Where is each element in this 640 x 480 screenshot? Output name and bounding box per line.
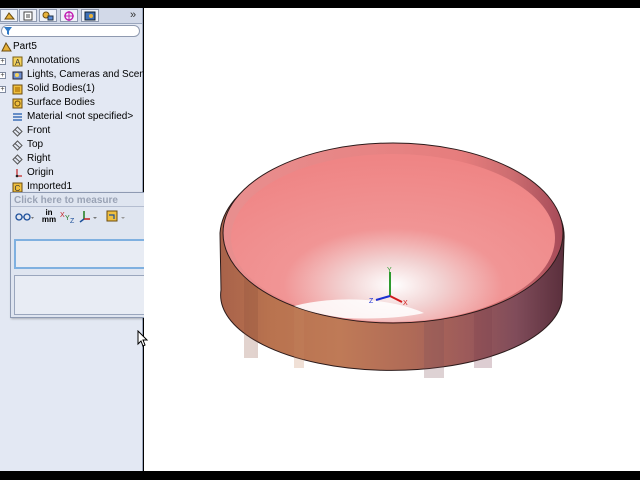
tree-item-lights-cameras-scene[interactable]: + Lights, Cameras and Scene <box>0 68 150 82</box>
expand-toggle[interactable]: + <box>0 58 6 65</box>
svg-text:A: A <box>15 58 21 67</box>
feature-manager-icon <box>4 12 16 20</box>
triad-z-label: Z <box>369 298 374 305</box>
svg-text:Z: Z <box>70 218 75 223</box>
panel-tabs: » <box>0 8 142 24</box>
tree-item-surface-bodies[interactable]: Surface Bodies <box>0 96 142 110</box>
xyz-icon: XYZ <box>60 212 75 223</box>
axis-projection-icon <box>79 211 97 223</box>
tree-item-label: Origin <box>27 167 54 178</box>
arc-circle-measurements-button[interactable] <box>15 209 35 223</box>
units-mm-label: mm <box>41 215 57 224</box>
display-manager-icon <box>84 11 96 21</box>
tree-item-annotations[interactable]: + A Annotations <box>0 54 142 68</box>
triad-y-label: Y <box>387 267 392 274</box>
configuration-manager-icon <box>42 11 54 21</box>
glasses-icon <box>15 213 34 221</box>
origin-icon <box>15 169 22 178</box>
solid-bodies-icon <box>12 84 23 95</box>
plane-icon <box>12 154 23 165</box>
part-model[interactable]: Y X Z <box>144 8 640 471</box>
feature-manager-tab[interactable] <box>0 9 18 22</box>
tree-root-label: Part5 <box>13 41 37 52</box>
tree-item-solid-bodies[interactable]: + Solid Bodies(1) <box>0 82 142 96</box>
part-icon <box>1 42 12 52</box>
surface-bodies-icon <box>12 98 23 109</box>
expand-toggle[interactable]: + <box>0 72 6 79</box>
tree-item-label: Front <box>27 125 51 136</box>
tree-item-material[interactable]: Material <not specified> <box>0 110 142 124</box>
display-manager-tab[interactable] <box>81 9 99 22</box>
tree-item-label: Right <box>27 153 51 164</box>
measure-title[interactable]: Click here to measure <box>14 195 118 206</box>
bottom-bar <box>0 471 640 480</box>
tree-item-label: Surface Bodies <box>27 97 95 108</box>
history-icon <box>106 210 125 222</box>
property-manager-icon <box>23 11 33 21</box>
units-precision-button[interactable]: in mm <box>41 209 57 224</box>
xyz-measurements-button[interactable]: XYZ <box>60 209 76 223</box>
tree-item-label: Material <not specified> <box>27 111 134 122</box>
tree-item-label: Solid Bodies(1) <box>27 83 95 94</box>
more-tabs-chevron[interactable]: » <box>125 8 141 22</box>
filter-icon <box>4 27 12 35</box>
mouse-cursor-icon <box>137 330 149 347</box>
tree-item-front-plane[interactable]: Front <box>0 124 142 138</box>
lights-cameras-icon <box>12 71 23 80</box>
property-manager-tab[interactable] <box>19 9 37 22</box>
tree-item-label: Top <box>27 139 44 150</box>
tree-item-origin[interactable]: Origin <box>0 166 142 180</box>
dimxpert-icon <box>64 11 74 21</box>
tree-filter-input[interactable] <box>1 25 140 37</box>
annotations-icon: A <box>12 56 23 67</box>
graphics-area[interactable]: Y X Z <box>144 8 640 471</box>
tree-item-label: Annotations <box>27 55 80 66</box>
projected-on-button[interactable] <box>79 209 99 223</box>
configuration-manager-tab[interactable] <box>39 9 57 22</box>
plane-icon <box>12 126 23 137</box>
tree-item-top-plane[interactable]: Top <box>0 138 142 152</box>
material-icon <box>13 113 22 121</box>
plane-icon <box>12 140 23 151</box>
tree-item-right-plane[interactable]: Right <box>0 152 142 166</box>
tree-item-label: Lights, Cameras and Scene <box>27 69 151 80</box>
top-bar <box>0 0 640 8</box>
show-history-button[interactable] <box>106 209 128 223</box>
dimxpert-tab[interactable] <box>60 9 78 22</box>
triad-x-label: X <box>403 300 408 307</box>
expand-toggle[interactable]: + <box>0 86 6 93</box>
